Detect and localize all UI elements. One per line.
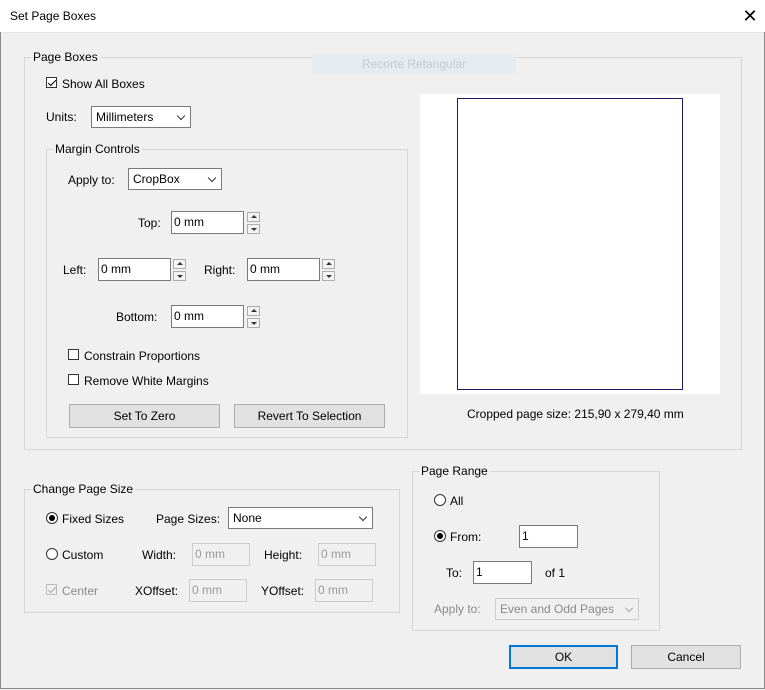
- range-apply-to-label: Apply to:: [434, 602, 481, 616]
- all-label: All: [450, 494, 464, 508]
- crop-box-outline: [457, 98, 683, 390]
- top-spinner[interactable]: [247, 212, 260, 234]
- page-sizes-label: Page Sizes:: [156, 512, 221, 526]
- top-label: Top:: [138, 216, 161, 230]
- cancel-button[interactable]: Cancel: [631, 645, 741, 669]
- height-input[interactable]: 0 mm: [318, 543, 376, 566]
- ghost-tooltip: Recorte Retangular: [312, 54, 516, 74]
- width-label: Width:: [142, 548, 177, 562]
- units-value: Millimeters: [96, 110, 154, 124]
- left-label: Left:: [63, 263, 87, 277]
- apply-to-value: CropBox: [133, 172, 180, 186]
- xoffset-input[interactable]: 0 mm: [189, 579, 247, 602]
- width-input[interactable]: 0 mm: [192, 543, 250, 566]
- height-label: Height:: [264, 548, 303, 562]
- apply-to-select[interactable]: CropBox: [128, 168, 222, 190]
- of-total-label: of 1: [545, 566, 566, 580]
- left-spinner[interactable]: [173, 259, 186, 281]
- cropped-page-size: Cropped page size: 215,90 x 279,40 mm: [467, 407, 684, 421]
- page-sizes-select[interactable]: None: [228, 507, 373, 529]
- title-bar: [0, 0, 765, 33]
- center-label: Center: [62, 584, 99, 598]
- page-sizes-value: None: [233, 511, 262, 525]
- right-input[interactable]: 0 mm: [247, 258, 320, 281]
- top-input[interactable]: 0 mm: [171, 211, 244, 234]
- to-input[interactable]: 1: [473, 561, 532, 584]
- close-icon[interactable]: ✕: [740, 5, 760, 27]
- bottom-label: Bottom:: [116, 310, 158, 324]
- chevron-down-icon: [624, 603, 634, 613]
- all-radio[interactable]: [434, 494, 446, 506]
- units-label: Units:: [46, 110, 77, 124]
- yoffset-label: YOffset:: [261, 584, 305, 598]
- chevron-down-icon: [207, 173, 217, 183]
- constrain-proportions-label: Constrain Proportions: [84, 349, 201, 363]
- from-input[interactable]: 1: [519, 525, 578, 548]
- yoffset-input[interactable]: 0 mm: [315, 579, 373, 602]
- center-checkbox[interactable]: [46, 584, 57, 595]
- set-to-zero-button[interactable]: Set To Zero: [69, 404, 220, 428]
- remove-white-margins-label: Remove White Margins: [84, 374, 209, 388]
- margin-controls-group: [46, 149, 408, 438]
- range-apply-to-value: Even and Odd Pages: [500, 602, 615, 616]
- from-radio[interactable]: [434, 530, 446, 542]
- window-title: Set Page Boxes: [10, 9, 97, 23]
- right-spinner[interactable]: [322, 259, 335, 281]
- right-label: Right:: [204, 263, 236, 277]
- range-apply-to-select[interactable]: Even and Odd Pages: [495, 598, 639, 620]
- chevron-down-icon: [358, 512, 368, 522]
- chevron-down-icon: [176, 111, 186, 121]
- units-select[interactable]: Millimeters: [91, 106, 191, 128]
- bottom-spinner[interactable]: [247, 306, 260, 328]
- fixed-sizes-label: Fixed Sizes: [62, 512, 125, 526]
- remove-white-margins-checkbox[interactable]: [68, 374, 79, 385]
- constrain-proportions-checkbox[interactable]: [68, 349, 79, 360]
- xoffset-label: XOffset:: [135, 584, 179, 598]
- bottom-input[interactable]: 0 mm: [171, 305, 244, 328]
- show-all-boxes-checkbox[interactable]: [46, 77, 57, 88]
- page-range-legend: Page Range: [419, 464, 490, 478]
- apply-to-label: Apply to:: [68, 173, 115, 187]
- from-label: From:: [450, 530, 482, 544]
- custom-label: Custom: [62, 548, 104, 562]
- show-all-boxes-label: Show All Boxes: [62, 77, 145, 91]
- change-page-size-legend: Change Page Size: [31, 482, 136, 496]
- custom-radio[interactable]: [46, 548, 58, 560]
- page-boxes-legend: Page Boxes: [31, 50, 100, 64]
- to-label: To:: [446, 566, 463, 580]
- left-input[interactable]: 0 mm: [98, 258, 171, 281]
- revert-to-selection-button[interactable]: Revert To Selection: [234, 404, 385, 428]
- margin-controls-legend: Margin Controls: [53, 142, 142, 156]
- ok-button[interactable]: OK: [509, 645, 618, 669]
- fixed-sizes-radio[interactable]: [46, 512, 58, 524]
